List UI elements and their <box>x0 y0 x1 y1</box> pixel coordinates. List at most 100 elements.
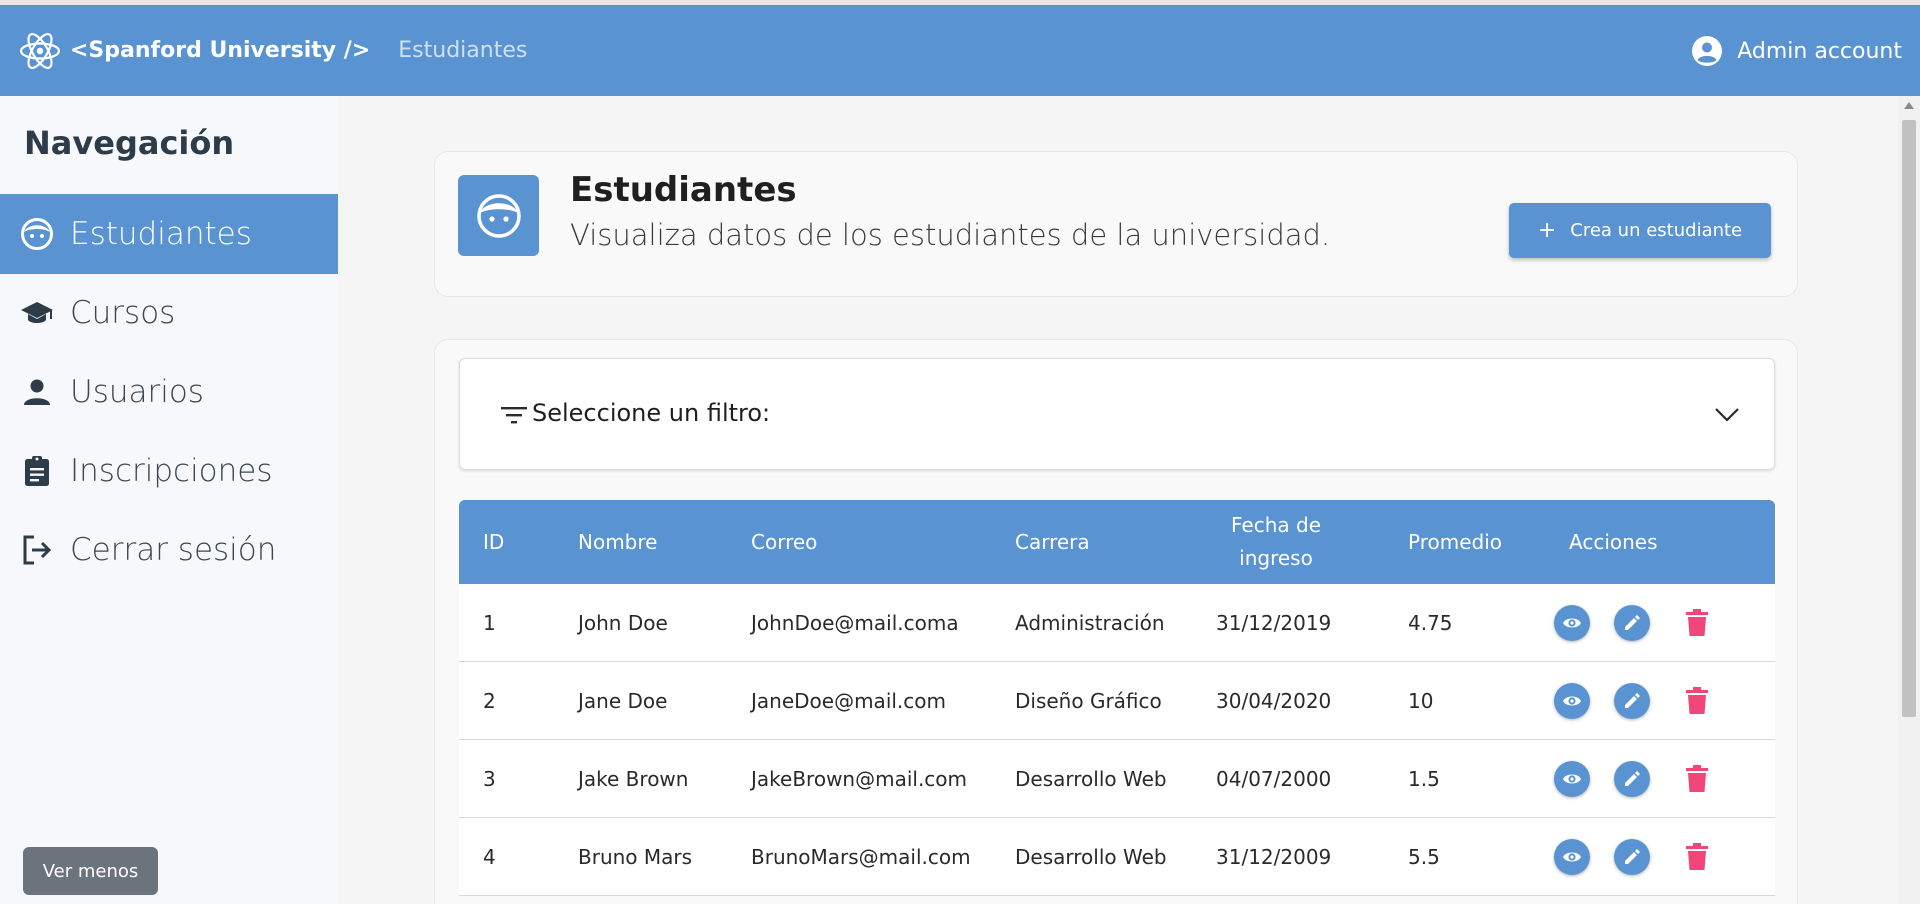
filter-icon <box>501 407 527 424</box>
filter-accordion[interactable]: Seleccione un filtro: <box>459 358 1775 470</box>
column-header-fecha: Fecha de ingreso <box>1201 500 1351 584</box>
cell-nombre: Jane Doe <box>578 689 668 713</box>
sidebar-item-cerrar-sesion[interactable]: Cerrar sesión <box>0 510 338 590</box>
column-header-fecha-line2: ingreso <box>1239 546 1313 570</box>
eye-icon <box>1562 769 1582 789</box>
column-header-fecha-line1: Fecha de <box>1231 513 1321 537</box>
trash-icon <box>1685 765 1709 793</box>
person-icon <box>24 379 50 405</box>
account-label: Admin account <box>1737 38 1902 64</box>
create-student-label: Crea un estudiante <box>1570 220 1743 241</box>
eye-icon <box>1562 847 1582 867</box>
account-circle-icon <box>1692 36 1723 66</box>
cell-nombre: Jake Brown <box>578 767 689 791</box>
page-subtitle: Visualiza datos de los estudiantes de la… <box>570 218 1331 252</box>
cell-promedio: 5.5 <box>1408 845 1440 869</box>
cell-carrera: Administración <box>1015 611 1165 635</box>
vertical-scrollbar[interactable] <box>1898 96 1920 904</box>
students-table: ID Nombre Correo Carrera Fecha de ingres… <box>459 500 1775 896</box>
table-header: ID Nombre Correo Carrera Fecha de ingres… <box>459 500 1775 584</box>
brand-name: <Spanford University /> <box>70 38 371 63</box>
brand[interactable]: <Spanford University /> <box>18 29 370 73</box>
cell-id: 1 <box>483 611 496 635</box>
face-icon <box>476 193 521 238</box>
edit-button[interactable] <box>1614 761 1650 797</box>
sidebar-item-label: Estudiantes <box>70 216 252 252</box>
cell-correo: BrunoMars@mail.com <box>751 845 971 869</box>
table-row: 4 Bruno Mars BrunoMars@mail.com Desarrollo … <box>459 818 1775 896</box>
view-button[interactable] <box>1554 683 1590 719</box>
trash-icon <box>1685 843 1709 871</box>
scrollbar-thumb[interactable] <box>1902 120 1916 717</box>
page-header-card: Estudiantes Visualiza datos de los estud… <box>434 151 1798 297</box>
cell-promedio: 10 <box>1408 689 1434 713</box>
cell-promedio: 4.75 <box>1408 611 1453 635</box>
cell-id: 2 <box>483 689 496 713</box>
graduation-cap-icon <box>21 302 53 323</box>
table-body: 1 John Doe JohnDoe@mail.coma Administración… <box>459 584 1775 896</box>
sidebar-item-estudiantes[interactable]: Estudiantes <box>0 194 338 274</box>
atom-logo-icon <box>19 32 61 69</box>
students-card: Seleccione un filtro: ID Nombre Correo C… <box>434 339 1798 904</box>
face-icon <box>21 218 53 250</box>
create-student-button[interactable]: + Crea un estudiante <box>1509 203 1771 258</box>
view-button[interactable] <box>1554 605 1590 641</box>
pencil-icon <box>1623 848 1641 866</box>
account-menu[interactable]: Admin account <box>1691 35 1902 67</box>
cell-nombre: Bruno Mars <box>578 845 693 869</box>
cell-correo: JaneDoe@mail.com <box>751 689 946 713</box>
trash-icon <box>1685 687 1709 715</box>
edit-button[interactable] <box>1614 839 1650 875</box>
cell-fecha: 31/12/2019 <box>1216 611 1332 635</box>
cell-id: 4 <box>483 845 496 869</box>
view-button[interactable] <box>1554 761 1590 797</box>
eye-icon <box>1562 691 1582 711</box>
view-button[interactable] <box>1554 839 1590 875</box>
top-app-bar: <Spanford University /> Estudiantes Admi… <box>0 0 1920 96</box>
sidebar-title: Navegación <box>24 124 235 162</box>
table-row: 3 Jake Brown JakeBrown@mail.com Desarrollo … <box>459 740 1775 818</box>
eye-icon <box>1562 613 1582 633</box>
sidebar-item-label: Cursos <box>70 295 176 331</box>
column-header-correo: Correo <box>751 530 818 554</box>
pencil-icon <box>1623 692 1641 710</box>
column-header-nombre: Nombre <box>578 530 658 554</box>
main-content: Estudiantes Visualiza datos de los estud… <box>338 96 1898 904</box>
logout-icon <box>23 535 52 565</box>
cell-carrera: Desarrollo Web <box>1015 845 1167 869</box>
sidebar-item-inscripciones[interactable]: Inscripciones <box>0 431 338 511</box>
delete-button[interactable] <box>1680 840 1714 874</box>
scroll-up-arrow-icon[interactable] <box>1904 102 1914 109</box>
pencil-icon <box>1623 614 1641 632</box>
cell-fecha: 31/12/2009 <box>1216 845 1332 869</box>
table-row: 1 John Doe JohnDoe@mail.coma Administración… <box>459 584 1775 662</box>
cell-promedio: 1.5 <box>1408 767 1440 791</box>
table-row: 2 Jane Doe JaneDoe@mail.com Diseño Gráfico 3… <box>459 662 1775 740</box>
cell-carrera: Desarrollo Web <box>1015 767 1167 791</box>
delete-button[interactable] <box>1680 684 1714 718</box>
trash-icon <box>1685 609 1709 637</box>
edit-button[interactable] <box>1614 683 1650 719</box>
page-icon <box>458 175 539 256</box>
sidebar-item-label: Usuarios <box>70 374 204 410</box>
filter-label: Seleccione un filtro: <box>532 399 771 427</box>
edit-button[interactable] <box>1614 605 1650 641</box>
cell-correo: JakeBrown@mail.com <box>751 767 968 791</box>
cell-nombre: John Doe <box>578 611 668 635</box>
column-header-promedio: Promedio <box>1408 530 1503 554</box>
sidebar: Navegación Estudiantes Cursos Usuarios I… <box>0 96 338 904</box>
column-header-acciones: Acciones <box>1569 530 1658 554</box>
cell-fecha: 30/04/2020 <box>1216 689 1332 713</box>
chevron-down-icon[interactable] <box>1714 401 1740 427</box>
clipboard-icon <box>25 456 49 486</box>
sidebar-item-label: Cerrar sesión <box>70 532 277 568</box>
sidebar-item-cursos[interactable]: Cursos <box>0 273 338 353</box>
column-header-id: ID <box>483 530 505 554</box>
breadcrumb[interactable]: Estudiantes <box>398 38 527 63</box>
delete-button[interactable] <box>1680 606 1714 640</box>
column-header-carrera: Carrera <box>1015 530 1090 554</box>
page-title: Estudiantes <box>570 170 797 210</box>
collapse-menu-button[interactable]: Ver menos <box>23 847 158 895</box>
delete-button[interactable] <box>1680 762 1714 796</box>
sidebar-item-usuarios[interactable]: Usuarios <box>0 352 338 432</box>
